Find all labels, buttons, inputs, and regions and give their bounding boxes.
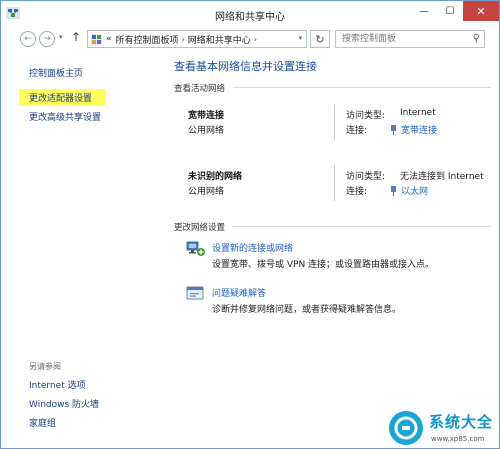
network-kind[interactable]: 公用网络 [188,123,224,136]
connection-link[interactable]: 以太网 [391,184,428,197]
breadcrumb-separator-icon[interactable]: › [254,35,257,44]
close-button[interactable]: ✕ [463,1,499,21]
see-also-firewall[interactable]: Windows 防火墙 [29,397,99,410]
access-type-value: Internet [400,108,436,118]
network-adapter-icon [391,185,396,196]
task-link-troubleshoot[interactable]: 问题疑难解答 [212,286,266,299]
connection-link-text[interactable]: 以太网 [401,184,428,197]
task-link-new-connection[interactable]: 设置新的连接或网络 [212,241,293,254]
watermark-logo-icon [387,409,425,447]
watermark-url: www.xp85.com [431,435,485,443]
connection-link[interactable]: 宽带连接 [391,123,437,136]
access-type-value: 无法连接到 Internet [400,172,484,182]
connection-label: 连接: [346,187,368,197]
watermark: 系统大全 www.xp85.com [387,407,500,449]
network-divider [334,165,335,201]
network-name: 未识别的网络 [188,172,243,182]
network-kind[interactable]: 公用网络 [188,184,224,197]
sidebar-link-advanced-sharing[interactable]: 更改高级共享设置 [29,110,101,123]
breadcrumb-separator-icon[interactable]: › [182,35,185,44]
new-connection-icon [186,241,205,256]
task-description: 诊断并修复网络问题，或者获得疑难解答信息。 [212,305,402,315]
see-also-homegroup[interactable]: 家庭组 [29,416,56,429]
search-box[interactable]: ⚲ [335,30,485,48]
forward-button[interactable]: → [39,31,55,47]
control-panel-icon [91,33,102,45]
breadcrumb-item-network-center[interactable]: 网络和共享中心 [188,33,251,46]
section-divider [233,87,491,88]
breadcrumb-item-all-control-panel[interactable]: 所有控制面板项 [116,33,179,46]
troubleshoot-icon [186,286,204,300]
connection-link-text[interactable]: 宽带连接 [401,123,437,136]
navigation-bar: ← → ▾ ↑ « 所有控制面板项 › 网络和共享中心 › ▾ ↻ ⚲ [1,27,499,51]
window: 网络和共享中心 — ☐ ✕ ← → ▾ ↑ « 所有控制面板项 › 网络和共享中… [0,0,500,449]
sidebar-link-change-adapter[interactable]: 更改适配器设置 [19,89,107,106]
sidebar-home-link[interactable]: 控制面板主页 [29,66,83,79]
network-adapter-icon [391,124,396,135]
sidebar: 控制面板主页 更改适配器设置 更改高级共享设置 另请参阅 Internet 选项… [1,51,161,449]
recent-locations-icon[interactable]: ▾ [59,33,63,41]
change-settings-heading: 更改网络设置 [174,223,226,233]
access-type-label: 访问类型: [346,111,386,121]
network-divider [334,105,335,141]
address-dropdown-icon[interactable]: ▾ [298,34,302,42]
access-type-label: 访问类型: [346,172,386,182]
see-also-internet-options[interactable]: Internet 选项 [29,378,86,391]
page-title: 查看基本网络信息并设置连接 [174,60,317,73]
network-name: 宽带连接 [188,111,225,121]
breadcrumb-overflow[interactable]: « [106,34,112,44]
title-bar: 网络和共享中心 — ☐ ✕ [1,1,499,27]
search-input[interactable] [336,31,461,47]
maximize-button[interactable]: ☐ [437,1,463,21]
see-also-heading: 另请参阅 [29,362,61,371]
minimize-button[interactable]: — [411,1,437,21]
refresh-button[interactable]: ↻ [310,30,330,48]
task-description: 设置宽带、拨号或 VPN 连接；或设置路由器或接入点。 [212,260,435,270]
active-networks-heading: 查看活动网络 [174,84,226,94]
watermark-title: 系统大全 [429,413,494,431]
back-button[interactable]: ← [20,31,36,47]
up-button[interactable]: ↑ [71,30,81,44]
section-divider [233,226,491,227]
address-bar[interactable]: « 所有控制面板项 › 网络和共享中心 › ▾ [87,30,307,48]
connection-label: 连接: [346,126,368,136]
search-icon[interactable]: ⚲ [473,33,480,44]
